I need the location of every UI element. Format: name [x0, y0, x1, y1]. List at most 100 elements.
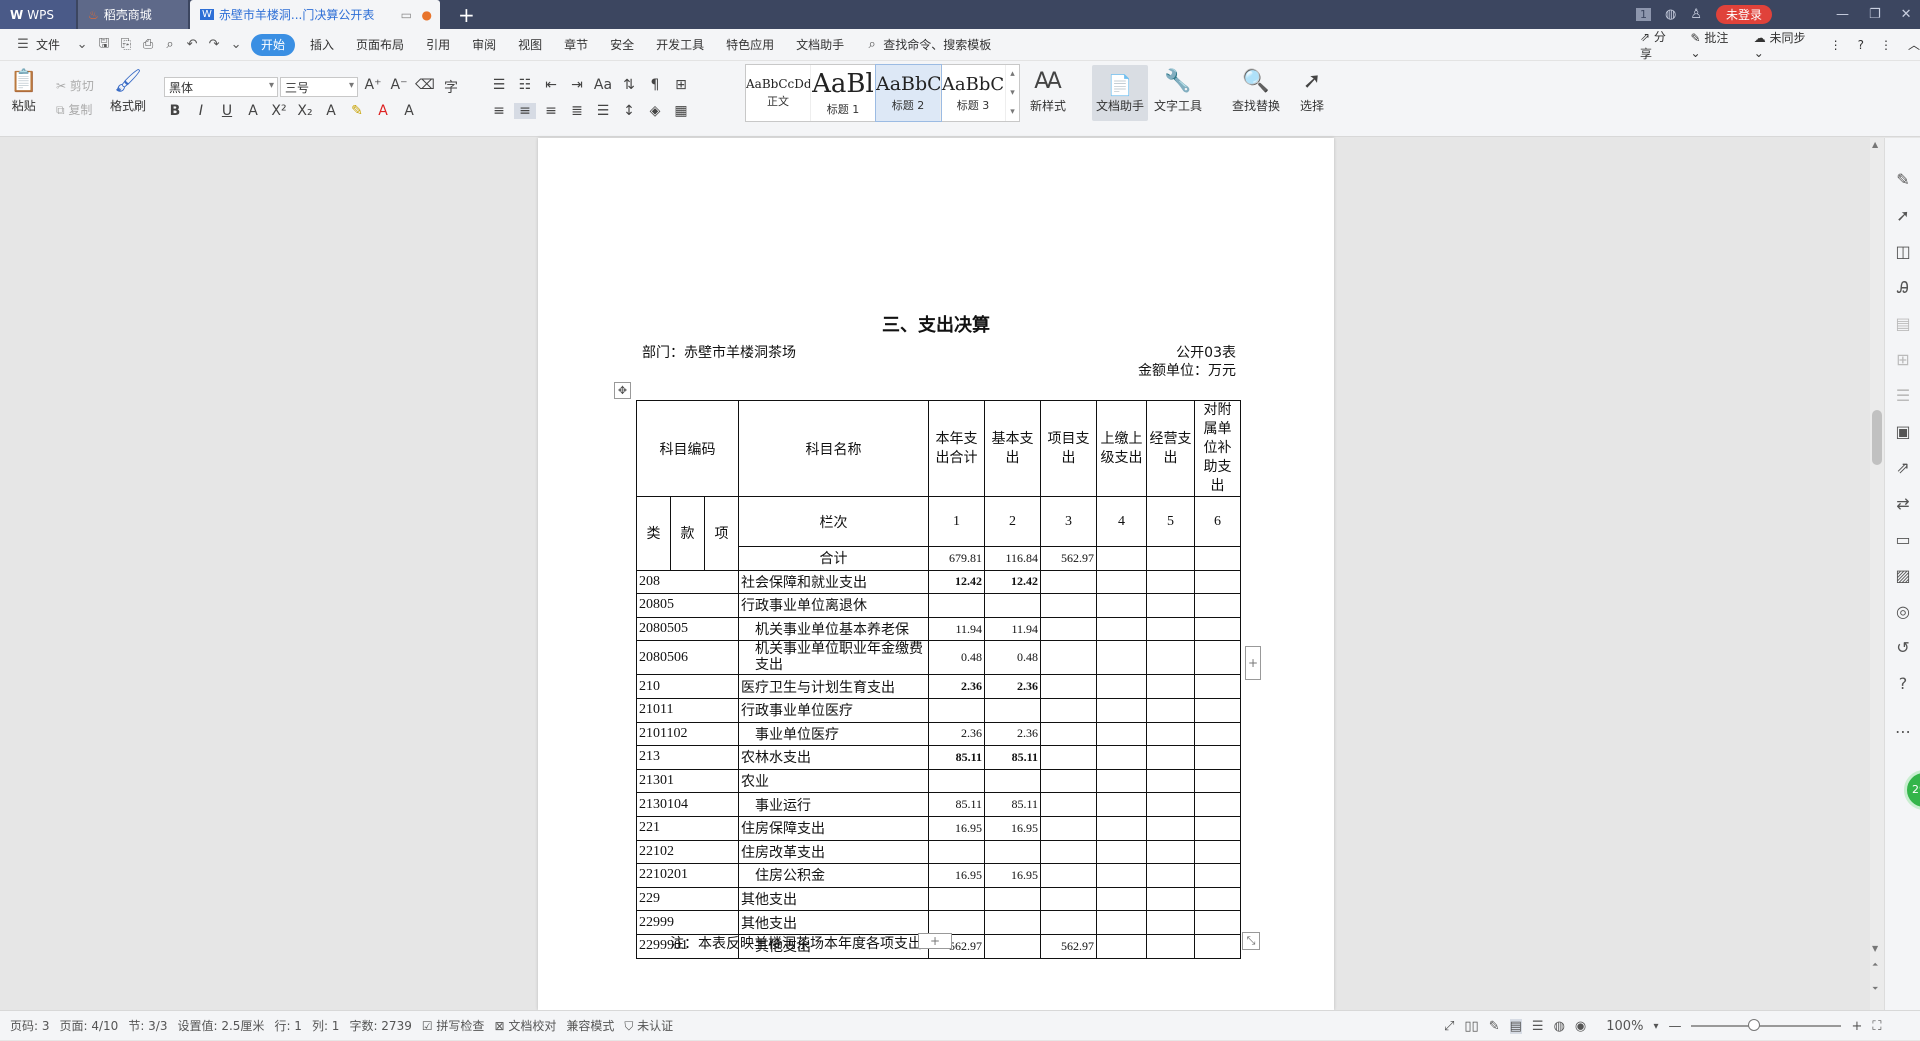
file-menu[interactable]: 文件 [34, 34, 71, 56]
table-move-handle-icon[interactable]: ✥ [614, 382, 631, 399]
tab-special-apps[interactable]: 特色应用 [715, 34, 785, 56]
char-shading-icon[interactable]: A [398, 103, 420, 119]
doc-helper-button[interactable]: 📄 文档助手 [1092, 65, 1148, 121]
spell-check-button[interactable]: ☑ 拼写检查 [422, 1017, 485, 1034]
status-col[interactable]: 列: 1 [312, 1017, 340, 1034]
status-row[interactable]: 行: 1 [274, 1017, 302, 1034]
tab-chapter[interactable]: 章节 [553, 34, 599, 56]
undo-icon[interactable]: ↶ [181, 37, 203, 52]
gallery-icon[interactable]: ▣ [1893, 422, 1913, 441]
italic-icon[interactable]: I [190, 103, 212, 119]
prev-page-icon[interactable]: ⏶ [1872, 960, 1878, 970]
close-icon[interactable]: ✕ [1901, 7, 1912, 22]
subscript-icon[interactable]: X₂ [294, 103, 316, 119]
style-heading-1[interactable]: AaBl 标题 1 [811, 65, 876, 121]
scroll-down-icon[interactable]: ▼ [1872, 944, 1878, 953]
superscript-icon[interactable]: X² [268, 103, 290, 119]
paste-button[interactable]: 📋 粘贴 [10, 67, 37, 114]
pen-icon[interactable]: ✎ [1893, 170, 1913, 189]
tab-page-layout[interactable]: 页面布局 [345, 34, 415, 56]
redo-icon[interactable]: ↷ [203, 37, 225, 52]
next-page-icon[interactable]: ⏷ [1872, 984, 1878, 994]
underline-icon[interactable]: U [216, 103, 238, 119]
font-size-select[interactable]: 三号 [280, 77, 358, 97]
eye-protect-icon[interactable]: ◉ [1575, 1019, 1586, 1034]
restore-icon[interactable]: ❐ [1869, 7, 1881, 22]
login-button[interactable]: 未登录 [1716, 5, 1773, 24]
outline-view-icon[interactable]: ☰ [1532, 1019, 1544, 1034]
share-button[interactable]: ⇗ 分享 [1640, 28, 1675, 62]
sort-icon[interactable]: ⇅ [618, 77, 640, 93]
web-view-icon[interactable]: ◍ [1554, 1019, 1565, 1034]
highlight-icon[interactable]: ✎ [346, 103, 368, 119]
shrink-font-icon[interactable]: A⁻ [388, 77, 410, 97]
add-row-button[interactable]: + [918, 933, 952, 949]
align-center-icon[interactable]: ≡ [514, 103, 536, 119]
line-spacing-icon[interactable]: ↕ [618, 103, 640, 119]
text-effect-icon[interactable]: A [320, 103, 342, 119]
bullet-list-icon[interactable]: ☰ [488, 77, 510, 93]
scroll-up-icon[interactable]: ▲ [1872, 140, 1878, 149]
chevron-down-icon[interactable]: ⌄ [71, 37, 93, 52]
proofread-button[interactable]: ⊠ 文档校对 [494, 1017, 556, 1034]
fullscreen-icon[interactable]: ⤢ [1444, 1019, 1454, 1034]
style-icon[interactable]: Ꭿ [1893, 278, 1913, 298]
box-icon[interactable]: ▭ [1893, 530, 1913, 549]
command-search[interactable]: 查找命令、搜索模板 [883, 34, 1002, 56]
cert-button[interactable]: ⛉ 未认证 [624, 1017, 673, 1034]
cut-button[interactable]: ✂ 剪切 [56, 77, 94, 94]
tab-references[interactable]: 引用 [415, 34, 461, 56]
change-case-icon[interactable]: Aa [592, 77, 614, 93]
share-out-icon[interactable]: ⇗ [1893, 458, 1913, 477]
tab-wps-home[interactable]: W WPS [0, 0, 76, 29]
grid-icon[interactable]: ⊞ [1893, 350, 1913, 369]
read-mode-icon[interactable]: ▯▯ [1464, 1019, 1478, 1034]
text-tools-button[interactable]: 🔧 文字工具 [1154, 67, 1202, 114]
distribute-icon[interactable]: ☰ [592, 103, 614, 119]
tab-review[interactable]: 审阅 [461, 34, 507, 56]
fit-page-icon[interactable]: ⛶ [1872, 1019, 1881, 1034]
tab-docer-store[interactable]: ♨ 稻壳商城 [78, 0, 188, 29]
find-replace-button[interactable]: 🔍 查找替换 [1232, 67, 1280, 114]
more-icon[interactable]: ⋮ [1830, 38, 1842, 52]
vertical-scrollbar[interactable]: ▲ ▼ ⏶ ⏷ [1870, 138, 1884, 1010]
zoom-out-icon[interactable]: — [1668, 1019, 1681, 1034]
style-normal[interactable]: AaBbCcDd 正文 [746, 65, 811, 121]
tab-developer[interactable]: 开发工具 [645, 34, 715, 56]
copy-button[interactable]: ⧉ 复制 [56, 101, 92, 118]
compat-mode[interactable]: 兼容模式 [566, 1017, 614, 1034]
zoom-slider-knob[interactable] [1748, 1019, 1761, 1031]
style-heading-2[interactable]: AaBbC 标题 2 [875, 64, 942, 122]
cursor-icon[interactable]: ➚ [1893, 206, 1913, 225]
format-painter-button[interactable]: 🖌 格式刷 [110, 67, 146, 114]
badge-icon[interactable]: ◎ [1893, 602, 1913, 621]
image-icon[interactable]: ▨ [1893, 566, 1913, 585]
save-icon[interactable]: 🖫 [93, 34, 115, 56]
tshirt-icon[interactable]: ♙ [1690, 7, 1702, 22]
shading-icon[interactable]: ◈ [644, 103, 666, 119]
decrease-indent-icon[interactable]: ⇤ [540, 77, 562, 93]
comment-button[interactable]: ✎ 批注 ⌄ [1691, 29, 1738, 60]
tab-document[interactable]: W 赤壁市羊楼洞...门决算公开表 ▭ ● [190, 0, 440, 29]
strikethrough-icon[interactable]: A [242, 103, 264, 119]
grow-font-icon[interactable]: A⁺ [362, 77, 384, 97]
chevron-down-icon[interactable]: ▾ [1653, 1021, 1658, 1032]
table-resize-handle-icon[interactable]: ⤡ [1242, 932, 1260, 950]
status-page-code[interactable]: 页码: 3 [10, 1017, 50, 1034]
align-left-icon[interactable]: ≡ [488, 103, 510, 119]
table-props-icon[interactable]: ▤ [1893, 314, 1913, 333]
add-column-button[interactable]: + [1245, 646, 1261, 680]
select-button[interactable]: ➚ 选择 [1300, 67, 1324, 114]
document-page[interactable]: 三、支出决算 部门：赤壁市羊楼洞茶场 公开03表 金额单位：万元 ✥ 科目编码 … [538, 138, 1334, 1010]
justify-icon[interactable]: ≣ [566, 103, 588, 119]
window-icon[interactable]: ▭ [401, 8, 412, 22]
collapse-ribbon-icon[interactable]: ︿ [1908, 36, 1920, 53]
print-icon[interactable]: ⎙ [137, 37, 159, 52]
zoom-slider[interactable] [1691, 1019, 1842, 1031]
status-setting[interactable]: 设置值: 2.5厘米 [177, 1017, 264, 1034]
more-vertical-icon[interactable]: ⋮ [1880, 38, 1892, 52]
help-circle-icon[interactable]: ? [1893, 674, 1913, 693]
page-view-icon[interactable]: ▤ [1509, 1018, 1522, 1034]
font-name-select[interactable]: 黑体 [164, 77, 278, 97]
phonetic-icon[interactable]: 字 [440, 77, 462, 97]
